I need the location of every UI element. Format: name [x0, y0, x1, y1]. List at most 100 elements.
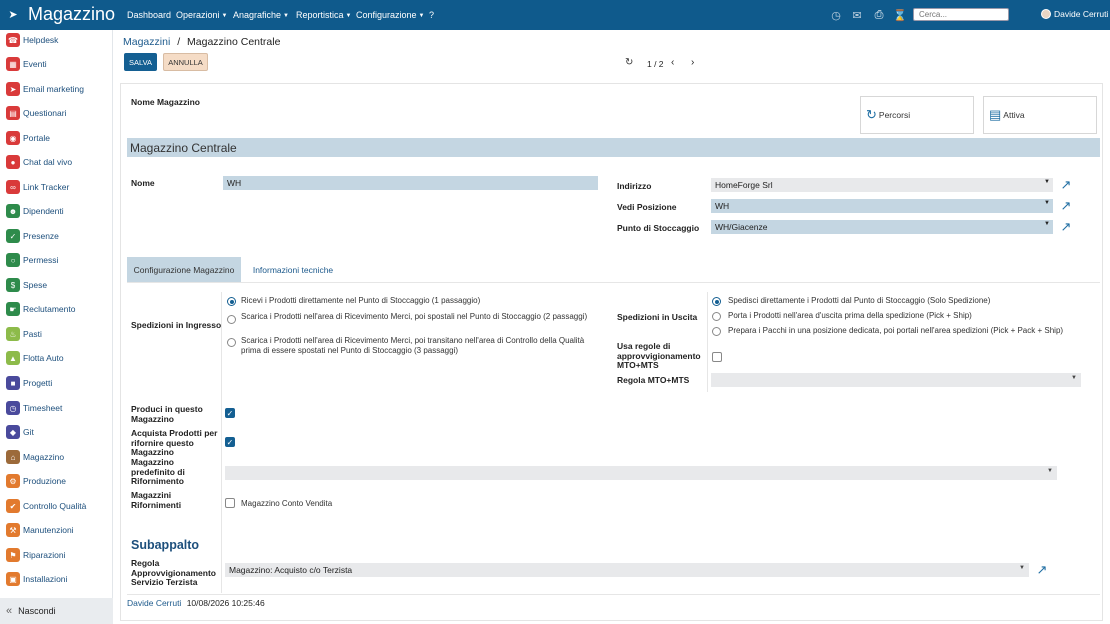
incoming-shipments-label: Spedizioni in Ingresso — [131, 320, 222, 330]
avatar — [1041, 9, 1051, 19]
resupply-checkbox[interactable] — [225, 498, 235, 508]
chevron-down-icon: ▼ — [1047, 468, 1053, 474]
external-link-icon[interactable]: ↗ — [1059, 219, 1073, 234]
outgoing-shipments-label: Spedizioni in Uscita — [617, 312, 698, 322]
sidebar-item-eventi[interactable]: ▦ Eventi — [0, 54, 113, 74]
stock-location-field[interactable]: WH/Giacenze ▼ — [711, 220, 1053, 234]
sidebar-item-pasti[interactable]: ♨ Pasti — [0, 324, 113, 344]
search-input[interactable] — [913, 8, 1009, 21]
chat-icon[interactable]: ✉ — [850, 8, 864, 22]
mto-label: Usa regole di approvvigionamento MTO+MTS — [617, 341, 701, 370]
sidebar-item-permessi[interactable]: ○ Permessi — [0, 250, 113, 270]
menu-label: Reportistica — [296, 10, 344, 20]
sidebar-item-installazioni[interactable]: ▣ Installazioni — [0, 569, 113, 589]
column-divider — [707, 292, 708, 392]
sidebar-item-manutenzioni[interactable]: ⚒ Manutenzioni — [0, 520, 113, 540]
breadcrumb-parent[interactable]: Magazzini — [123, 36, 170, 48]
users-icon: ☻ — [6, 204, 20, 218]
warehouse-name-field[interactable]: Magazzino Centrale — [127, 138, 1100, 157]
mto-rule-select[interactable]: ▼ — [711, 373, 1081, 387]
chat-bubble-icon: ● — [6, 155, 20, 169]
sidebar-item-helpdesk[interactable]: ☎ Helpdesk — [0, 30, 113, 50]
short-name-label: Nome — [131, 178, 155, 188]
buy-checkbox[interactable]: ✓ — [225, 437, 235, 447]
sidebar-item-progetti[interactable]: ■ Progetti — [0, 373, 113, 393]
pager-next-icon[interactable]: › — [691, 57, 694, 68]
printer-icon[interactable]: ⎙ — [872, 8, 886, 22]
sidebar-item-label: Eventi — [23, 59, 47, 69]
sidebar-item-label: Riparazioni — [23, 550, 66, 560]
column-divider — [221, 557, 222, 593]
menu-dashboard[interactable]: Dashboard — [127, 10, 171, 20]
external-link-icon[interactable]: ↗ — [1059, 198, 1073, 213]
sidebar-item-reclutamento[interactable]: ☛ Reclutamento — [0, 299, 113, 319]
active-smart-button[interactable]: ▤ Attiva — [983, 96, 1097, 134]
address-field[interactable]: HomeForge Srl ▼ — [711, 178, 1053, 192]
menu-anagrafiche[interactable]: Anagrafiche ▼ — [233, 10, 289, 20]
spinner-icon[interactable]: ⌛ — [893, 8, 907, 22]
menu-reportistica[interactable]: Reportistica ▼ — [296, 10, 351, 20]
default-resupply-select[interactable]: ▼ — [225, 466, 1057, 480]
caret-down-icon: ▼ — [345, 13, 352, 19]
sidebar-item-portale[interactable]: ◉ Portale — [0, 128, 113, 148]
refresh-icon: ↻ — [866, 107, 877, 122]
sidebar-item-git[interactable]: ◆ Git — [0, 422, 113, 442]
external-link-icon[interactable]: ↗ — [1059, 177, 1073, 192]
sidebar-item-link-tracker[interactable]: ∞ Link Tracker — [0, 177, 113, 197]
reception-option-2-radio[interactable] — [227, 315, 236, 324]
app-brand[interactable]: ➤ Magazzino — [6, 4, 115, 24]
sidebar-item-flotta-auto[interactable]: ▲ Flotta Auto — [0, 348, 113, 368]
subcontract-rule-select[interactable]: Magazzino: Acquisto c/o Terzista ▼ — [225, 563, 1029, 577]
hide-sidebar-button[interactable]: « Nascondi — [0, 598, 113, 624]
delivery-option-1-label: Spedisci direttamente i Prodotti dal Pun… — [728, 296, 991, 305]
refresh-icon[interactable]: ↻ — [625, 57, 633, 68]
delivery-option-3-radio[interactable] — [712, 327, 721, 336]
discard-button[interactable]: ANNULLA — [163, 53, 208, 71]
user-name: Davide Cerruti — [1054, 9, 1109, 19]
clipboard-icon: ▤ — [6, 106, 20, 120]
routes-smart-button[interactable]: ↻ Percorsi — [860, 96, 974, 134]
sidebar-item-timesheet[interactable]: ◷ Timesheet — [0, 398, 113, 418]
cutlery-icon: ♨ — [6, 327, 20, 341]
pager-previous-icon[interactable]: ‹ — [671, 57, 674, 68]
sidebar-item-produzione[interactable]: ⚙ Produzione — [0, 471, 113, 491]
menu-operazioni[interactable]: Operazioni ▼ — [176, 10, 227, 20]
short-name-field[interactable]: WH — [223, 176, 598, 190]
sidebar-item-email-marketing[interactable]: ➤ Email marketing — [0, 79, 113, 99]
sidebar-item-dipendenti[interactable]: ☻ Dipendenti — [0, 201, 113, 221]
footer-user[interactable]: Davide Cerruti — [127, 598, 181, 608]
user-menu[interactable]: Davide Cerruti — [1041, 9, 1108, 19]
clock-icon[interactable]: ◷ — [829, 8, 843, 22]
delivery-option-1-radio[interactable] — [712, 297, 721, 306]
view-location-field[interactable]: WH ▼ — [711, 199, 1053, 213]
sidebar-item-chat-dal-vivo[interactable]: ● Chat dal vivo — [0, 152, 113, 172]
menu-configurazione[interactable]: Configurazione ▼ — [356, 10, 425, 20]
delivery-option-2-radio[interactable] — [712, 312, 721, 321]
reception-option-3-label: Scarica i Prodotti nell'area di Ricevime… — [241, 336, 585, 355]
app-title: Magazzino — [28, 4, 116, 24]
mto-checkbox[interactable] — [712, 352, 722, 362]
sidebar-item-controllo-qualita[interactable]: ✔ Controllo Qualità — [0, 496, 113, 516]
sidebar-item-label: Timesheet — [23, 403, 63, 413]
tab-configurazione-magazzino[interactable]: Configurazione Magazzino — [127, 257, 241, 282]
view-location-value: WH — [715, 201, 730, 211]
sidebar-item-questionari[interactable]: ▤ Questionari — [0, 103, 113, 123]
sidebar-item-riparazioni[interactable]: ⚑ Riparazioni — [0, 545, 113, 565]
tab-informazioni-tecniche[interactable]: Informazioni tecniche — [247, 257, 339, 282]
address-value: HomeForge Srl — [715, 180, 773, 190]
user-check-icon: ✓ — [6, 229, 20, 243]
reception-option-3-radio[interactable] — [227, 338, 236, 347]
sidebar-item-presenze[interactable]: ✓ Presenze — [0, 226, 113, 246]
external-link-icon[interactable]: ↗ — [1035, 562, 1049, 577]
save-button[interactable]: SALVA — [124, 53, 157, 71]
sidebar-item-label: Produzione — [23, 476, 67, 486]
reception-option-1-radio[interactable] — [227, 297, 236, 306]
breadcrumb-current: Magazzino Centrale — [187, 36, 281, 48]
sidebar-item-spese[interactable]: $ Spese — [0, 275, 113, 295]
wrench-icon: ⚒ — [6, 523, 20, 537]
sidebar-item-magazzino[interactable]: ⌂ Magazzino — [0, 447, 113, 467]
manufacture-checkbox[interactable]: ✓ — [225, 408, 235, 418]
sidebar-item-label: Dipendenti — [23, 206, 64, 216]
sidebar-item-label: Pasti — [23, 329, 42, 339]
menu-help[interactable]: ? — [429, 10, 434, 20]
